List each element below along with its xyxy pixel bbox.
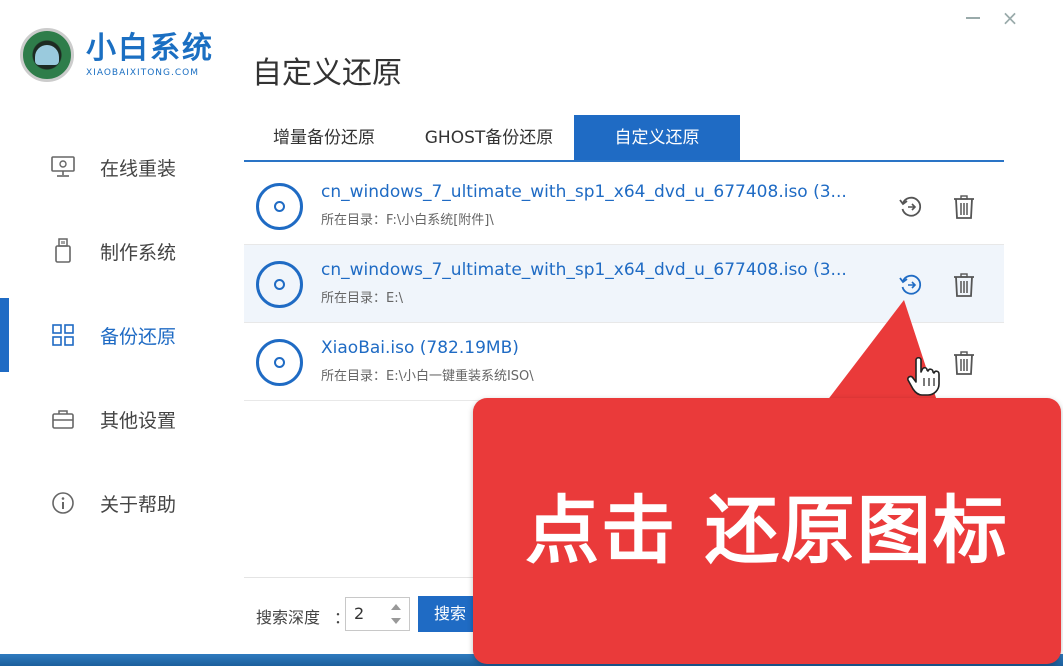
tab-bar: 增量备份还原 GHOST备份还原 自定义还原 (244, 115, 1004, 162)
iso-file-path: 所在目录：E:\小白一键重装系统ISO\ (321, 369, 534, 384)
search-depth-stepper[interactable]: 2 (345, 597, 410, 631)
iso-file-name: cn_windows_7_ultimate_with_sp1_x64_dvd_u… (321, 182, 847, 202)
trash-icon[interactable] (951, 272, 977, 298)
sidebar-item-label: 在线重装 (100, 157, 177, 180)
info-icon (50, 490, 76, 516)
trash-icon[interactable] (951, 194, 977, 220)
stepper-up-icon[interactable] (391, 604, 401, 610)
sidebar-item-online-reinstall[interactable]: 在线重装 (0, 125, 230, 209)
disc-icon (256, 339, 303, 386)
trash-icon[interactable] (951, 350, 977, 376)
sidebar-item-label: 其他设置 (100, 409, 177, 432)
iso-file-name: XiaoBai.iso (782.19MB) (321, 338, 519, 358)
sidebar-item-label: 制作系统 (100, 241, 177, 264)
search-depth-value[interactable]: 2 (354, 604, 364, 623)
sidebar-item-about-help[interactable]: 关于帮助 (0, 461, 230, 545)
sidebar-item-label: 关于帮助 (100, 493, 177, 516)
tab-incremental-restore[interactable]: 增量备份还原 (244, 115, 404, 160)
toolbox-icon (50, 406, 76, 432)
hand-cursor-icon (907, 356, 940, 396)
sidebar-item-label: 备份还原 (100, 325, 177, 348)
page-title: 自定义还原 (252, 56, 402, 91)
disc-icon (256, 261, 303, 308)
close-button[interactable]: × (1000, 8, 1020, 28)
tab-ghost-restore[interactable]: GHOST备份还原 (404, 115, 574, 160)
iso-file-path: 所在目录：F:\小白系统[附件]\ (321, 213, 494, 228)
brand-name: 小白系统 (86, 31, 214, 66)
app-logo: 小白系统 XIAOBAIXITONG.COM (20, 28, 214, 82)
restore-icon[interactable] (898, 194, 924, 220)
grid-blocks-icon (50, 322, 76, 348)
monitor-icon (50, 154, 76, 180)
tab-custom-restore[interactable]: 自定义还原 (574, 115, 740, 160)
disc-icon (256, 183, 303, 230)
minimize-button[interactable] (964, 10, 984, 24)
stepper-down-icon[interactable] (391, 618, 401, 624)
sidebar-nav: 在线重装 制作系统 备份还原 其他设置 关于帮助 (0, 125, 230, 545)
brand-domain: XIAOBAIXITONG.COM (86, 68, 199, 78)
iso-file-name: cn_windows_7_ultimate_with_sp1_x64_dvd_u… (321, 260, 847, 280)
callout-text: 点击 还原图标 (525, 488, 1009, 574)
restore-icon[interactable] (898, 272, 924, 298)
list-item[interactable]: cn_windows_7_ultimate_with_sp1_x64_dvd_u… (244, 167, 1004, 245)
sidebar-item-other-settings[interactable]: 其他设置 (0, 377, 230, 461)
iso-file-path: 所在目录：E:\ (321, 291, 403, 306)
search-depth-label: 搜索深度 (256, 608, 321, 627)
sidebar-item-backup-restore[interactable]: 备份还原 (0, 293, 230, 377)
logo-mark-icon (20, 28, 74, 82)
usb-drive-icon (50, 238, 76, 264)
sidebar-item-make-system[interactable]: 制作系统 (0, 209, 230, 293)
sidebar: 小白系统 XIAOBAIXITONG.COM 在线重装 制作系统 备份还原 其他… (0, 0, 230, 666)
callout-banner: 点击 还原图标 (473, 398, 1061, 664)
